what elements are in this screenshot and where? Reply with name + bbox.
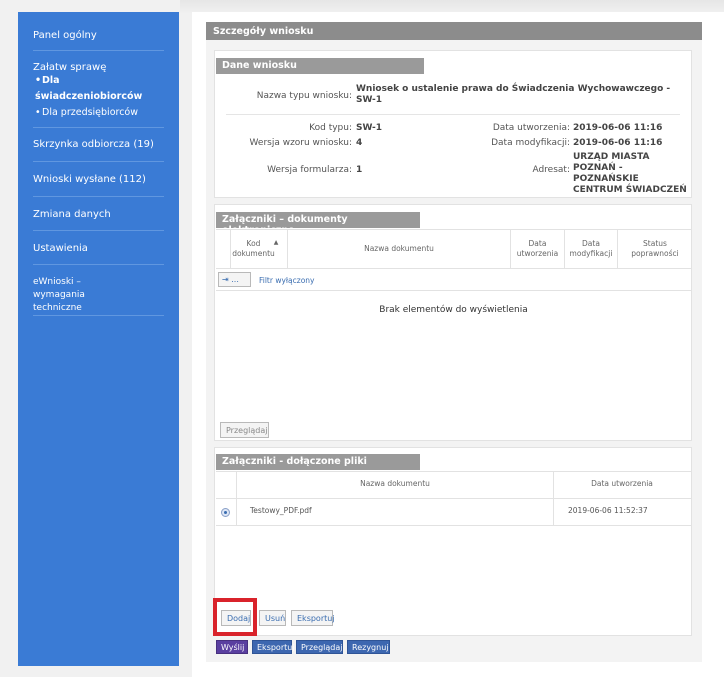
bullet-icon: • (35, 75, 42, 86)
col-divider (617, 229, 618, 268)
sidebar-item-ewnioski[interactable]: eWnioski – wymagania techniczne (18, 265, 148, 315)
sidebar-sub-przedsiebiorcy[interactable]: •Dla przedsiębiorców (18, 105, 179, 121)
empty-message: Brak elementów do wyświetlenia (379, 305, 528, 315)
table-header-bottom (216, 268, 691, 269)
col-header-kod[interactable]: Kod dokumentu (231, 239, 276, 259)
col-header-label: Kod dokumentu (232, 239, 275, 258)
data-modyfikacji-label: Data modyfikacji: (491, 138, 570, 148)
divider (226, 114, 680, 115)
table-header-bottom (216, 498, 691, 499)
sidebar-item-label: Wnioski wysłane (112) (33, 174, 146, 185)
data-utworzenia-label: Data utworzenia: (492, 123, 570, 133)
sidebar-item-label: eWnioski – wymagania techniczne (33, 277, 85, 313)
col-divider (510, 229, 511, 268)
sidebar-sub-swiadczeniobiorcy[interactable]: •Dla świadczeniobiorców (18, 73, 179, 105)
sidebar: Panel ogólny Załatw sprawę •Dla świadcze… (18, 12, 179, 666)
col-divider (564, 229, 565, 268)
wersja-formularza-label: Wersja formularza: (267, 165, 352, 175)
dokumenty-elektroniczne-title: Załączniki – dokumenty elektroniczne (216, 212, 420, 236)
nazwa-typu-value: Wniosek o ustalenie prawa do Świadczenia… (356, 84, 671, 105)
col-header-data-utworzenia[interactable]: Data utworzenia (513, 239, 562, 259)
sidebar-item-label: Skrzynka odbiorcza (19) (33, 139, 154, 150)
data-utworzenia-value: 2019-06-06 11:16 (573, 123, 663, 133)
nazwa-typu-label: Nazwa typu wniosku: (256, 91, 352, 101)
filter-dots: ... (231, 275, 239, 284)
sidebar-sub-label: Dla przedsiębiorców (42, 107, 139, 118)
sidebar-item-skrzynka[interactable]: Skrzynka odbiorcza (19) (18, 128, 179, 161)
highlight-frame (213, 598, 257, 636)
przegladaj-button[interactable]: Przeglądaj (220, 422, 269, 438)
wersja-wzoru-value: 4 (356, 138, 363, 148)
dolaczone-pliki-box (214, 447, 692, 636)
send-button[interactable]: Wyślij (216, 640, 248, 654)
sidebar-item-zalatw[interactable]: Załatw sprawę (18, 51, 179, 73)
filter-status: Filtr wyłączony (259, 276, 315, 285)
sidebar-item-label: Ustawienia (33, 243, 88, 254)
wersja-formularza-value: 1 (356, 165, 363, 175)
sort-arrow-icon[interactable]: ▲ (272, 238, 280, 248)
adresat-value: URZĄD MIASTA POZNAŃ - POZNAŃSKIE CENTRUM… (573, 152, 687, 195)
file-date: 2019-06-06 11:52:37 (568, 506, 648, 515)
filter-button[interactable]: ⇥ ... (218, 272, 251, 287)
cancel-button[interactable]: Rezygnuj (347, 640, 390, 654)
dane-wniosku-title: Dane wniosku (216, 58, 424, 74)
export-button[interactable]: Eksportuj (291, 610, 335, 626)
kod-typu-value: SW-1 (356, 123, 383, 133)
col-header-nazwa[interactable]: Nazwa dokumentu (237, 479, 553, 489)
data-modyfikacji-value: 2019-06-06 11:16 (573, 138, 663, 148)
col-header-data-utworzenia[interactable]: Data utworzenia (554, 479, 690, 489)
sidebar-item-ustawienia[interactable]: Ustawienia (18, 231, 179, 264)
kod-typu-label: Kod typu: (309, 123, 352, 133)
sidebar-item-label: Zmiana danych (33, 209, 111, 220)
page: Panel ogólny Załatw sprawę •Dla świadcze… (0, 0, 724, 677)
filter-icon: ⇥ (222, 275, 229, 284)
sidebar-item-panel[interactable]: Panel ogólny (18, 24, 179, 50)
sidebar-item-label: Załatw sprawę (33, 62, 107, 73)
col-header-data-modyfikacji[interactable]: Data modyfikacji (566, 239, 616, 259)
footer-browse-button[interactable]: Przeglądaj (296, 640, 343, 654)
sidebar-item-wyslane[interactable]: Wnioski wysłane (112) (18, 162, 179, 196)
sidebar-item-zmiana[interactable]: Zmiana danych (18, 197, 179, 230)
footer-export-button[interactable]: Eksportuj (252, 640, 295, 654)
table-row-bottom (216, 525, 691, 526)
sidebar-separator (33, 315, 164, 316)
bullet-icon: • (35, 107, 41, 118)
filter-divider (216, 290, 691, 291)
col-header-nazwa[interactable]: Nazwa dokumentu (288, 244, 510, 254)
row-radio[interactable] (221, 508, 230, 517)
dokumenty-elektroniczne-box (214, 204, 692, 441)
col-header-status[interactable]: Status poprawności (624, 239, 686, 259)
sidebar-item-label: Panel ogólny (33, 30, 97, 41)
wersja-wzoru-label: Wersja wzoru wniosku: (249, 138, 352, 148)
sidebar-sub-label: Dla świadczeniobiorców (35, 75, 143, 102)
adresat-label: Adresat: (532, 165, 570, 175)
file-name: Testowy_PDF.pdf (250, 506, 312, 515)
remove-button[interactable]: Usuń (259, 610, 286, 626)
radio-dot (224, 511, 227, 514)
table-header-top (216, 471, 691, 472)
dolaczone-pliki-title: Załączniki - dołączone pliki (216, 454, 420, 470)
panel-title: Szczegóły wniosku (206, 22, 702, 40)
